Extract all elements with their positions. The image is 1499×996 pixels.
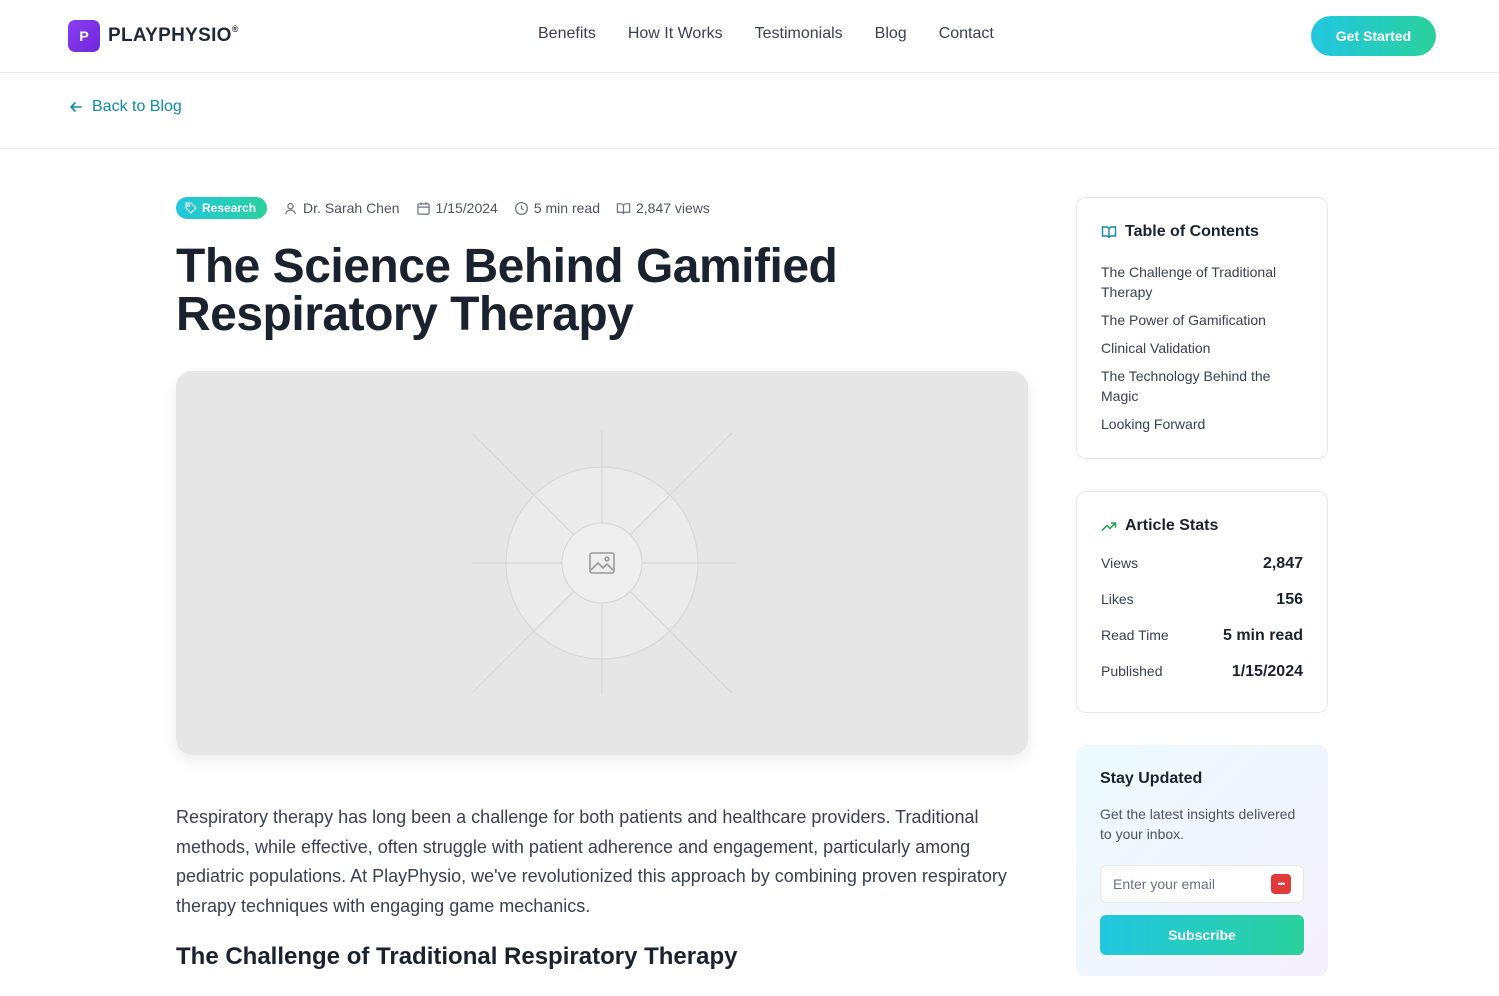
registered-mark: ®	[231, 23, 239, 34]
stat-label: Views	[1101, 555, 1139, 571]
newsletter-description: Get the latest insights delivered to you…	[1100, 806, 1296, 842]
date-text: 1/15/2024	[435, 200, 498, 216]
back-label: Back to Blog	[92, 98, 182, 115]
logo[interactable]: P PLAYPHYSIO®	[68, 20, 239, 52]
stat-value: 1/15/2024	[1231, 663, 1303, 680]
stat-value: 5 min read	[1222, 627, 1303, 644]
article-intro: Respiratory therapy has long been a chal…	[176, 807, 1007, 916]
book-open-icon	[616, 202, 631, 214]
calendar-icon	[416, 201, 430, 215]
view-count: 2,847 views	[616, 200, 710, 216]
toc-item-challenge[interactable]: The Challenge of Traditional Therapy	[1101, 262, 1303, 302]
book-open-icon	[1101, 226, 1117, 239]
brand-name: PLAYPHYSIO	[108, 25, 232, 46]
stat-label: Likes	[1101, 591, 1134, 607]
stat-value: 156	[1276, 591, 1303, 608]
toc-item-gamification[interactable]: The Power of Gamification	[1101, 310, 1303, 330]
toc-item-clinical[interactable]: Clinical Validation	[1101, 338, 1303, 358]
site-header: P PLAYPHYSIO® Benefits How It Works Test…	[0, 0, 1499, 73]
hero-image-placeholder	[176, 371, 1028, 755]
clock-icon	[514, 201, 528, 215]
trending-up-icon	[1101, 522, 1117, 531]
stat-row: Views 2,847	[1101, 555, 1303, 591]
subscribe-button[interactable]: Subscribe	[1100, 915, 1304, 955]
nav-link-benefits[interactable]: Benefits	[538, 25, 596, 43]
stats-title: Article Stats	[1125, 517, 1219, 534]
stat-label: Published	[1101, 663, 1163, 679]
stat-label: Read Time	[1101, 627, 1169, 643]
user-icon	[285, 202, 297, 214]
read-time-text: 5 min read	[533, 200, 600, 216]
stat-row: Read Time 5 min read	[1101, 627, 1303, 663]
author-name: Dr. Sarah Chen	[303, 200, 400, 216]
stat-row: Published 1/15/2024	[1101, 663, 1303, 699]
toc-item-technology[interactable]: The Technology Behind the Magic	[1101, 366, 1303, 406]
password-manager-icon[interactable]: •••	[1271, 874, 1291, 894]
article-stats: Article Stats Views 2,847 Likes 156 Read T…	[1076, 491, 1328, 713]
back-to-blog-link[interactable]: Back to Blog	[68, 98, 182, 116]
article-meta: Research Dr. Sarah Chen 1/15/2024 5 min …	[176, 197, 710, 219]
toc-list: The Challenge of Traditional Therapy The…	[1101, 262, 1303, 434]
section-heading: The Challenge of Traditional Respiratory…	[176, 943, 738, 970]
publish-date: 1/15/2024	[416, 200, 498, 216]
main-nav: Benefits How It Works Testimonials Blog …	[538, 25, 994, 43]
email-placeholder: Enter your email	[1113, 876, 1215, 892]
arrow-left-icon	[70, 102, 82, 112]
stats-header: Article Stats	[1101, 517, 1303, 535]
stat-value: 2,847	[1262, 555, 1303, 572]
image-icon	[589, 552, 615, 574]
logo-text: PLAYPHYSIO®	[108, 23, 239, 47]
get-started-button[interactable]: Get Started	[1311, 16, 1436, 56]
newsletter-card: Stay Updated Get the latest insights del…	[1076, 745, 1328, 976]
read-time: 5 min read	[514, 200, 600, 216]
category-badge[interactable]: Research	[176, 197, 268, 219]
author: Dr. Sarah Chen	[283, 200, 400, 216]
category-label: Research	[202, 201, 257, 215]
tag-icon	[185, 202, 197, 214]
table-of-contents: Table of Contents The Challenge of Tradi…	[1076, 197, 1328, 459]
email-field[interactable]: Enter your email •••	[1100, 865, 1304, 903]
nav-link-contact[interactable]: Contact	[939, 25, 994, 43]
toc-header: Table of Contents	[1101, 223, 1303, 241]
nav-link-how-it-works[interactable]: How It Works	[628, 25, 723, 43]
stat-row: Likes 156	[1101, 591, 1303, 627]
nav-link-blog[interactable]: Blog	[875, 25, 907, 43]
views-text: 2,847 views	[636, 200, 710, 216]
stats-list: Views 2,847 Likes 156 Read Time 5 min read …	[1101, 555, 1303, 699]
article-title: The Science Behind Gamified Respiratory …	[176, 240, 838, 341]
nav-link-testimonials[interactable]: Testimonials	[755, 25, 843, 43]
toc-title: Table of Contents	[1125, 223, 1259, 240]
logo-mark: P	[68, 20, 100, 52]
newsletter-title: Stay Updated	[1100, 770, 1203, 787]
toc-item-looking-forward[interactable]: Looking Forward	[1101, 414, 1303, 434]
back-bar: Back to Blog	[0, 73, 1499, 149]
